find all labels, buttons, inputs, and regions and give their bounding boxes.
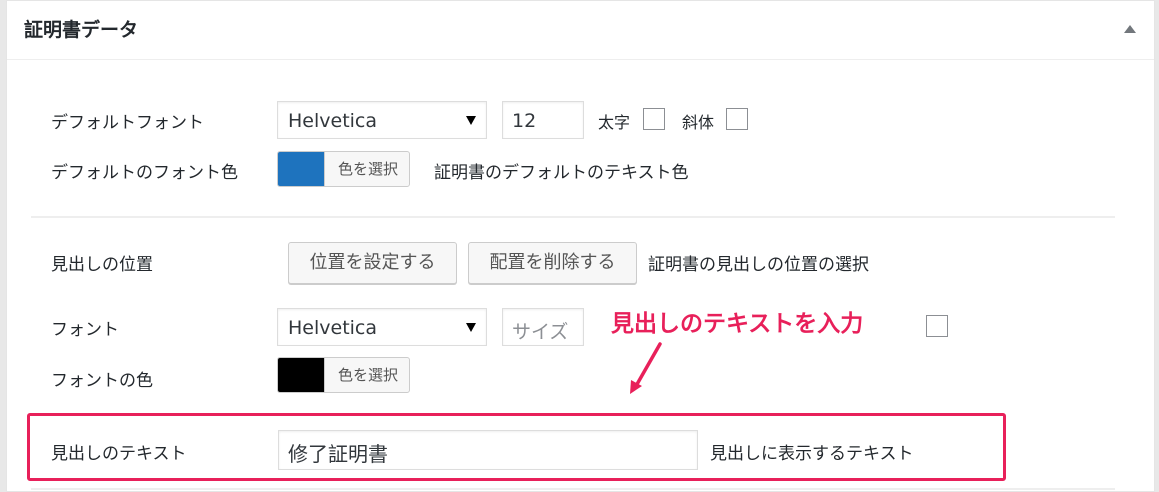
default-font-size-input[interactable]: 12 — [502, 101, 584, 139]
collapse-toggle-icon[interactable] — [1124, 25, 1136, 33]
bold-label: 太字 — [598, 113, 631, 132]
heading-position-label: 見出しの位置 — [51, 255, 153, 275]
heading-font-label: フォント — [51, 320, 119, 340]
heading-font-select-value: Helvetica — [288, 317, 378, 339]
default-font-label: デフォルトフォント — [51, 113, 204, 133]
italic-label: 斜体 — [682, 113, 715, 132]
default-font-color-picker[interactable]: 色を選択 — [277, 151, 410, 187]
color-swatch[interactable] — [278, 152, 324, 186]
color-swatch[interactable] — [278, 358, 324, 392]
default-font-color-description: 証明書のデフォルトのテキスト色 — [434, 163, 689, 183]
italic-checkbox[interactable] — [726, 108, 748, 130]
dropdown-arrow-icon — [466, 116, 476, 125]
heading-font-color-picker[interactable]: 色を選択 — [277, 357, 410, 393]
section-divider — [31, 216, 1115, 218]
select-color-button[interactable]: 色を選択 — [324, 152, 409, 186]
annotation-arrow-icon — [630, 342, 662, 394]
remove-position-button[interactable]: 配置を削除する — [468, 242, 637, 284]
dropdown-arrow-icon — [466, 323, 476, 332]
heading-font-color-label: フォントの色 — [51, 371, 153, 391]
panel-header[interactable]: 証明書データ — [7, 1, 1154, 60]
annotation-callout: 見出しのテキストを入力 — [611, 311, 864, 337]
set-position-button[interactable]: 位置を設定する — [288, 242, 457, 284]
heading-checkbox[interactable] — [926, 315, 948, 337]
select-color-button[interactable]: 色を選択 — [324, 358, 409, 392]
heading-font-select[interactable]: Helvetica — [277, 308, 487, 346]
bold-checkbox[interactable] — [643, 108, 665, 130]
highlight-box — [27, 413, 1006, 481]
default-font-select-value: Helvetica — [288, 110, 378, 132]
heading-font-size-input[interactable]: サイズ — [502, 308, 584, 346]
default-font-color-label: デフォルトのフォント色 — [51, 163, 238, 183]
heading-position-description: 証明書の見出しの位置の選択 — [648, 255, 869, 275]
panel-title: 証明書データ — [24, 19, 139, 41]
default-font-select[interactable]: Helvetica — [277, 101, 487, 139]
section-divider — [31, 488, 1115, 490]
